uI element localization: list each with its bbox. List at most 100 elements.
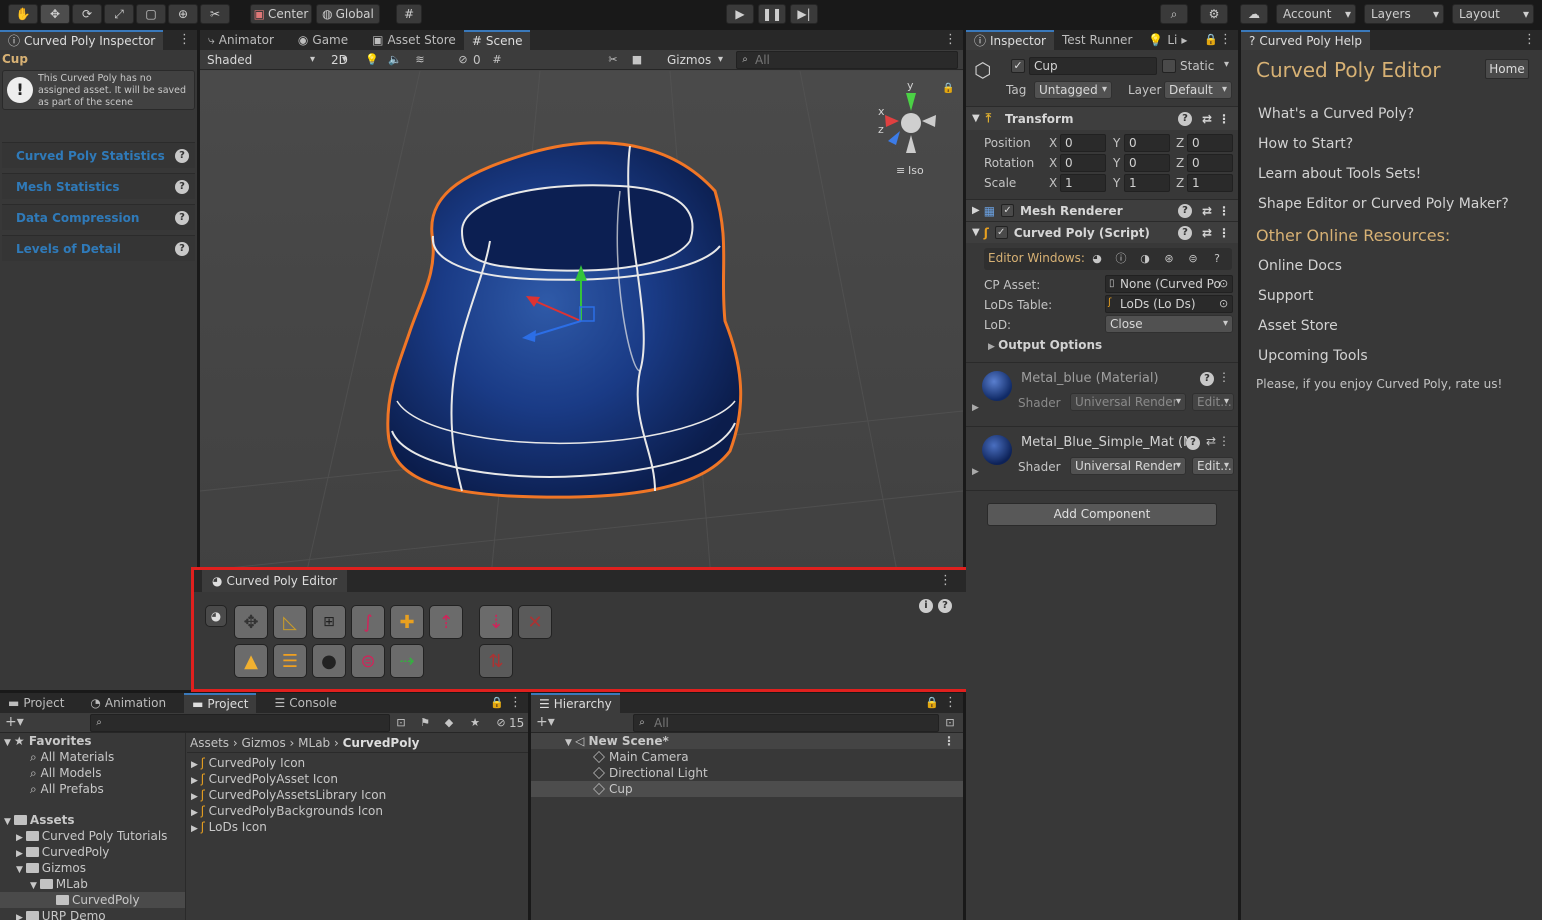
layers-dropdown[interactable]: Layers ▾ <box>1364 4 1444 24</box>
help-link-how-to-start[interactable]: How to Start? <box>1258 136 1353 152</box>
help-link-asset-store[interactable]: Asset Store <box>1258 318 1338 334</box>
help-icon[interactable]: ? <box>938 599 952 613</box>
search-by-type-icon[interactable]: ⊡ <box>943 716 957 730</box>
shading-mode-dropdown[interactable]: Shaded <box>202 51 320 69</box>
kebab-menu-icon[interactable]: ⋮ <box>1218 204 1230 218</box>
help-icon[interactable]: ? <box>1186 436 1200 450</box>
layer-dropdown[interactable]: Default <box>1164 81 1232 99</box>
hierarchy-item[interactable]: Directional Light <box>531 765 963 781</box>
step-button[interactable]: ▶| <box>790 4 818 24</box>
mode-2d-button[interactable]: 2D <box>326 51 352 69</box>
file-item[interactable]: ▶ ʃ CurvedPolyAsset Icon <box>187 771 528 787</box>
align-tool[interactable]: ☰ <box>273 644 307 678</box>
search-button[interactable]: ⌕ <box>1160 4 1188 24</box>
rate-text[interactable]: Please, if you enjoy Curved Poly, rate u… <box>1256 377 1502 391</box>
tab-project-2[interactable]: ▬ Project <box>184 693 257 713</box>
lighting-icon[interactable]: 💡 <box>365 53 379 67</box>
kebab-menu-icon[interactable]: ⋮ <box>939 573 952 588</box>
active-checkbox[interactable]: ✓ <box>1011 59 1025 73</box>
add-shape-tool[interactable]: ✚ <box>390 605 424 639</box>
position-y-field[interactable]: 0 <box>1124 134 1170 152</box>
kebab-menu-icon[interactable]: ⋮ <box>178 32 191 47</box>
file-item[interactable]: ▶ ʃ CurvedPolyAssetsLibrary Icon <box>187 787 528 803</box>
preset-icon[interactable]: ⇄ <box>1202 204 1212 218</box>
hierarchy-search-input[interactable]: All <box>633 714 939 732</box>
transform-tool-button[interactable]: ⊕ <box>168 4 198 24</box>
add-asset-button[interactable]: +▾ <box>5 714 24 730</box>
help-icon[interactable]: ? <box>1178 204 1192 218</box>
tab-inspector[interactable]: ⓘ Inspector <box>966 30 1054 50</box>
chevron-down-icon[interactable]: ▾ <box>1224 59 1229 70</box>
add-component-button[interactable]: Add Component <box>987 503 1217 526</box>
chevron-right-icon[interactable]: ▶ <box>972 403 979 413</box>
section-mesh-statistics[interactable]: Mesh Statistics? <box>2 173 195 199</box>
rotation-x-field[interactable]: 0 <box>1060 154 1106 172</box>
kebab-menu-icon[interactable]: ⋮ <box>1218 370 1230 384</box>
create-button[interactable]: +▾ <box>536 714 555 730</box>
breadcrumb-item[interactable]: Assets <box>190 736 229 750</box>
gizmos-dropdown[interactable]: Gizmos <box>662 51 728 69</box>
cp-logo-button[interactable]: ◕ <box>205 605 227 627</box>
mesh-renderer-header[interactable]: ▶ ▦ ✓ Mesh Renderer ? ⇄ ⋮ <box>966 199 1238 221</box>
list-window-icon[interactable]: ⊜ <box>1186 252 1200 266</box>
move-point-tool[interactable]: ✥ <box>234 605 268 639</box>
camera-icon[interactable]: ■ <box>630 53 644 67</box>
curved-poly-script-header[interactable]: ▼ ʃ ✓ Curved Poly (Script) ? ⇄ ⋮ <box>966 221 1238 243</box>
kebab-menu-icon[interactable]: ⋮ <box>1523 32 1536 47</box>
info-icon[interactable]: i <box>919 599 933 613</box>
cylinder-tool[interactable]: ⊜ <box>351 644 385 678</box>
lock-icon[interactable]: 🔒 <box>925 696 939 710</box>
help-icon[interactable]: ? <box>175 149 189 163</box>
custom-tool-button[interactable]: ✂ <box>200 4 230 24</box>
help-link-shape-editor[interactable]: Shape Editor or Curved Poly Maker? <box>1258 196 1509 212</box>
tree-item[interactable]: ▶ CurvedPoly <box>0 844 185 860</box>
tab-test-runner[interactable]: Test Runner <box>1054 30 1140 50</box>
object-picker-icon[interactable]: ⊙ <box>1219 277 1228 290</box>
hierarchy-item[interactable]: Main Camera <box>531 749 963 765</box>
favorite-item[interactable]: ⌕ All Prefabs <box>0 781 185 797</box>
breadcrumb-item[interactable]: MLab <box>298 736 330 750</box>
scale-x-field[interactable]: 1 <box>1060 174 1106 192</box>
help-link-online-docs[interactable]: Online Docs <box>1258 258 1342 274</box>
help-icon[interactable]: ? <box>1178 112 1192 126</box>
curve-tool[interactable]: ∫ <box>351 605 385 639</box>
help-link-upcoming-tools[interactable]: Upcoming Tools <box>1258 348 1368 364</box>
grid-icon[interactable]: # <box>490 53 504 67</box>
favorites-header[interactable]: ▼ ★ Favorites <box>0 733 185 749</box>
edit-shader-button[interactable]: Edit... <box>1192 457 1234 475</box>
extrude-tool[interactable]: ⇡ <box>429 605 463 639</box>
layout-dropdown[interactable]: Layout ▾ <box>1452 4 1534 24</box>
move-tool-button[interactable]: ✥ <box>40 4 70 24</box>
grid-add-tool[interactable]: ⊞ <box>312 605 346 639</box>
settings-button[interactable]: ⚙ <box>1200 4 1228 24</box>
visibility-icon[interactable]: ⊘ <box>456 53 470 67</box>
breadcrumb-item[interactable]: CurvedPoly <box>343 736 420 750</box>
tree-item[interactable]: ▼ Gizmos <box>0 860 185 876</box>
filter-icon[interactable]: ⚑ <box>418 716 432 730</box>
space-toggle[interactable]: ◍ Global <box>316 4 380 24</box>
tab-lighting[interactable]: 💡 Li ▸ <box>1140 30 1195 50</box>
kebab-menu-icon[interactable]: ⋮ <box>944 32 957 47</box>
position-z-field[interactable]: 0 <box>1187 134 1233 152</box>
forward-tool[interactable]: ⇢ <box>390 644 424 678</box>
assets-header[interactable]: ▼ Assets <box>0 812 185 828</box>
shader-dropdown[interactable]: Universal Render <box>1070 393 1186 411</box>
tab-asset-store[interactable]: ▣ Asset Store <box>364 30 464 50</box>
help-icon[interactable]: ? <box>1178 226 1192 240</box>
stats-window-icon[interactable]: ◑ <box>1138 252 1152 266</box>
help-icon[interactable]: ? <box>1200 372 1214 386</box>
scale-tool-button[interactable]: ⤢ <box>104 4 134 24</box>
tree-item[interactable]: ▶ URP Demo <box>0 908 185 920</box>
tab-curved-poly-help[interactable]: ? Curved Poly Help <box>1241 30 1370 50</box>
hierarchy-item-selected[interactable]: Cup <box>531 781 963 797</box>
help-link-support[interactable]: Support <box>1258 288 1313 304</box>
kebab-menu-icon[interactable]: ⋮ <box>943 733 955 749</box>
help-icon[interactable]: ? <box>175 242 189 256</box>
grid-snap-button[interactable]: # <box>396 4 422 24</box>
delete-shape-tool[interactable]: ✕ <box>518 605 552 639</box>
scene-root[interactable]: ▼ ◁ New Scene* ⋮ <box>531 733 963 749</box>
favorite-item[interactable]: ⌕ All Materials <box>0 749 185 765</box>
section-curved-poly-statistics[interactable]: Curved Poly Statistics? <box>2 142 195 168</box>
hidden-icon[interactable]: ⊘ <box>494 716 508 730</box>
tab-curved-poly-inspector[interactable]: ⓘ Curved Poly Inspector <box>0 30 164 50</box>
